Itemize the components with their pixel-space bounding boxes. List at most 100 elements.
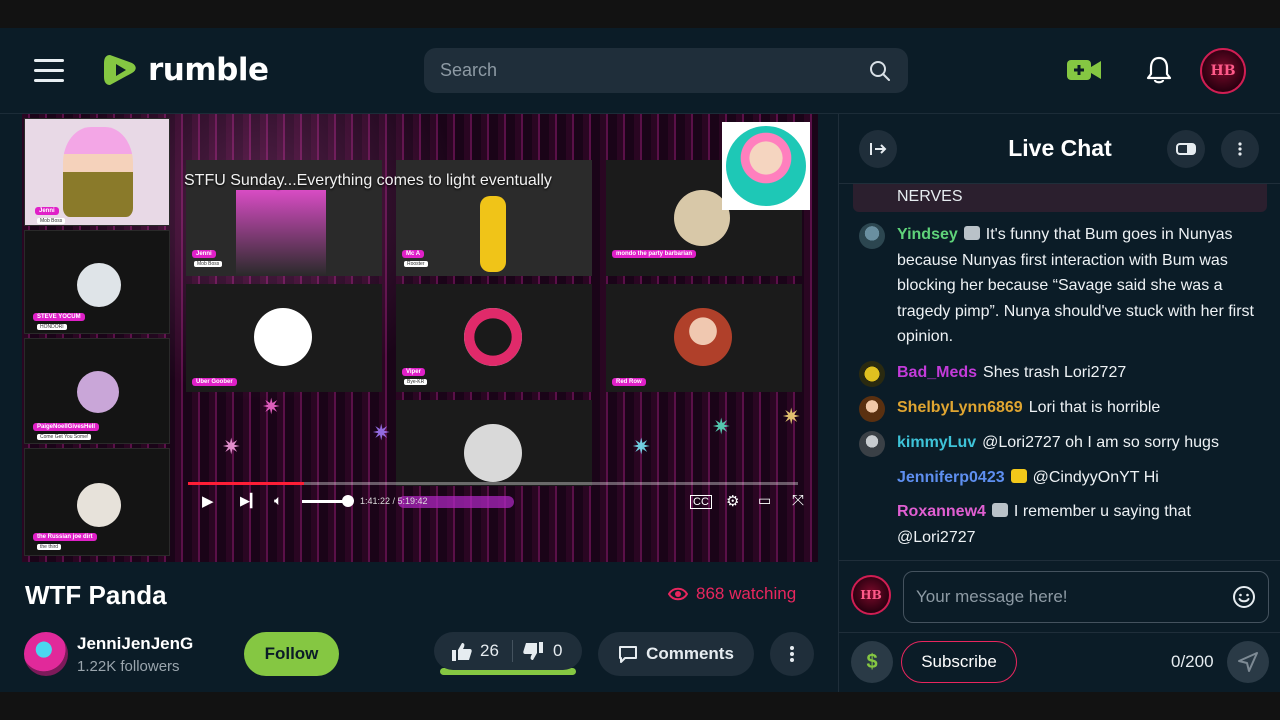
chat-user-avatar xyxy=(859,361,885,387)
user-placeholder-icon xyxy=(254,308,312,366)
emoji-icon[interactable] xyxy=(1232,585,1256,609)
eye-icon xyxy=(668,587,688,601)
participant-subtitle: Come Get You Some! xyxy=(37,434,92,440)
notifications-bell-icon[interactable] xyxy=(1145,55,1173,85)
comments-button[interactable]: Comments xyxy=(598,632,754,676)
logo-text: rumble xyxy=(148,52,269,88)
go-live-camera-icon[interactable] xyxy=(1066,57,1102,83)
participant-name: mondo the party barbarian xyxy=(612,250,697,258)
participant-tile: Jenni Mob Boss xyxy=(24,118,170,226)
corner-avatar-thumbnail xyxy=(722,122,810,210)
vote-group: 26 0 xyxy=(434,632,582,670)
like-button[interactable]: 26 xyxy=(452,641,499,661)
captions-icon[interactable]: CC xyxy=(690,495,712,509)
pinned-message: NERVES xyxy=(853,184,1267,212)
chat-username[interactable]: Jenniferp0423 xyxy=(897,469,1005,486)
volume-icon[interactable]: 🔈︎ xyxy=(274,492,282,509)
cast-icon[interactable]: ▭ xyxy=(758,492,771,509)
participant-avatar xyxy=(674,308,732,366)
search-bar xyxy=(424,48,908,93)
chat-mode-toggle[interactable] xyxy=(1167,130,1205,168)
comments-label: Comments xyxy=(646,644,734,663)
dislike-button[interactable]: 0 xyxy=(523,641,562,661)
user-badge-icon xyxy=(963,226,980,240)
channel-name[interactable]: JenniJenJenG xyxy=(77,634,193,654)
chat-message: kimmyLuv @Lori2727 oh I am so sorry hugs xyxy=(859,430,1259,457)
chat-message: Jenniferp0423 @CindyyOnYT Hi xyxy=(859,465,1259,491)
channel-followers: 1.22K followers xyxy=(77,658,180,675)
progress-bar[interactable] xyxy=(188,482,798,485)
participant-subtitle: Bye-KR xyxy=(404,379,428,385)
chat-input-box xyxy=(903,571,1269,623)
stream-overlay-title: STFU Sunday...Everything comes to light … xyxy=(184,172,552,189)
like-count: 26 xyxy=(480,641,499,660)
chat-user-avatar xyxy=(859,431,885,457)
user-avatar[interactable]: HB xyxy=(1200,48,1246,94)
participant-subtitle: HONDORI xyxy=(37,324,67,330)
chat-message: Bad_Meds Shes trash Lori2727 xyxy=(859,360,1259,387)
play-icon[interactable]: ▶ xyxy=(202,492,214,510)
menu-icon[interactable] xyxy=(34,59,64,82)
subscribe-button[interactable]: Subscribe xyxy=(901,641,1017,683)
chat-username[interactable]: Yindsey xyxy=(897,226,958,243)
participant-tile: the Russian joe dirt the third xyxy=(24,448,170,556)
participant-avatar xyxy=(464,308,522,366)
video-title: WTF Panda xyxy=(25,580,167,610)
chat-header: Live Chat xyxy=(839,114,1280,184)
chat-message-input[interactable] xyxy=(916,572,1216,622)
chat-input-row: HB xyxy=(839,560,1280,632)
search-icon[interactable] xyxy=(868,59,892,83)
top-navbar: rumble HB xyxy=(0,28,1280,114)
participant-tile: Viper Bye-KR xyxy=(396,284,592,392)
channel-avatar[interactable] xyxy=(24,632,68,676)
rumble-logo[interactable]: rumble xyxy=(104,50,269,90)
chat-text: It's funny that Bum goes in Nunyas becau… xyxy=(897,226,1254,345)
participant-avatar xyxy=(77,263,121,307)
sparkle-decoration: ✷ xyxy=(222,434,241,459)
chat-username[interactable]: Roxannew4 xyxy=(897,503,986,520)
participant-subtitle: Mob Boss xyxy=(37,218,66,224)
live-chat-panel: Live Chat NERVES Yindsey It's funny that … xyxy=(838,114,1280,692)
search-input[interactable] xyxy=(440,48,860,93)
participant-tile: PaigeNoellGivesHell Come Get You Some! xyxy=(24,338,170,444)
time-display: 1:41:22 / 5:19:42 xyxy=(360,496,428,506)
follow-button[interactable]: Follow xyxy=(244,632,339,676)
user-placeholder-icon xyxy=(464,424,522,482)
participant-tile: STEVE YOCUM HONDORI xyxy=(24,230,170,334)
chat-username[interactable]: kimmyLuv xyxy=(897,434,976,451)
next-icon[interactable]: ▶▎ xyxy=(240,493,260,509)
volume-knob[interactable] xyxy=(342,495,354,507)
participant-name: Viper xyxy=(402,368,425,376)
participant-subtitle: the third xyxy=(37,544,62,550)
participant-name: Mc A xyxy=(402,250,425,258)
video-player[interactable]: Jenni Mob Boss STEVE YOCUM HONDORI Paige… xyxy=(22,114,818,562)
toggle-icon xyxy=(1176,143,1196,155)
chat-options-button[interactable] xyxy=(1221,130,1259,168)
letterbox-bottom xyxy=(0,692,1280,720)
sparkle-decoration: ✷ xyxy=(262,394,281,419)
participant-avatar xyxy=(63,127,133,217)
participant-name: Uber Goober xyxy=(192,378,237,386)
fullscreen-icon[interactable]: ⤧ xyxy=(792,492,804,509)
settings-gear-icon[interactable]: ⚙ xyxy=(726,492,739,510)
vertical-dots-icon xyxy=(1238,142,1242,156)
participant-name: Jenni xyxy=(35,207,59,215)
chat-text: Shes trash Lori2727 xyxy=(983,364,1127,381)
chat-username[interactable]: Bad_Meds xyxy=(897,364,977,381)
participant-name: Red Row xyxy=(612,378,646,386)
more-options-button[interactable] xyxy=(770,632,814,676)
vertical-dots-icon xyxy=(790,646,794,662)
chat-message: ShelbyLynn6869 Lori that is horrible xyxy=(859,395,1259,422)
rant-dollar-button[interactable]: $ xyxy=(851,641,893,683)
chat-user-avatar xyxy=(859,396,885,422)
chat-text: Lori that is horrible xyxy=(1028,399,1161,416)
character-count: 0/200 xyxy=(1171,652,1214,671)
chat-self-avatar: HB xyxy=(851,575,891,615)
participant-name: STEVE YOCUM xyxy=(33,313,85,321)
chat-username[interactable]: ShelbyLynn6869 xyxy=(897,399,1023,416)
participant-tile xyxy=(396,400,592,486)
send-button[interactable] xyxy=(1227,641,1269,683)
thumbs-down-icon xyxy=(523,641,543,660)
sparkle-decoration: ✷ xyxy=(712,414,731,439)
comment-icon xyxy=(619,646,638,663)
